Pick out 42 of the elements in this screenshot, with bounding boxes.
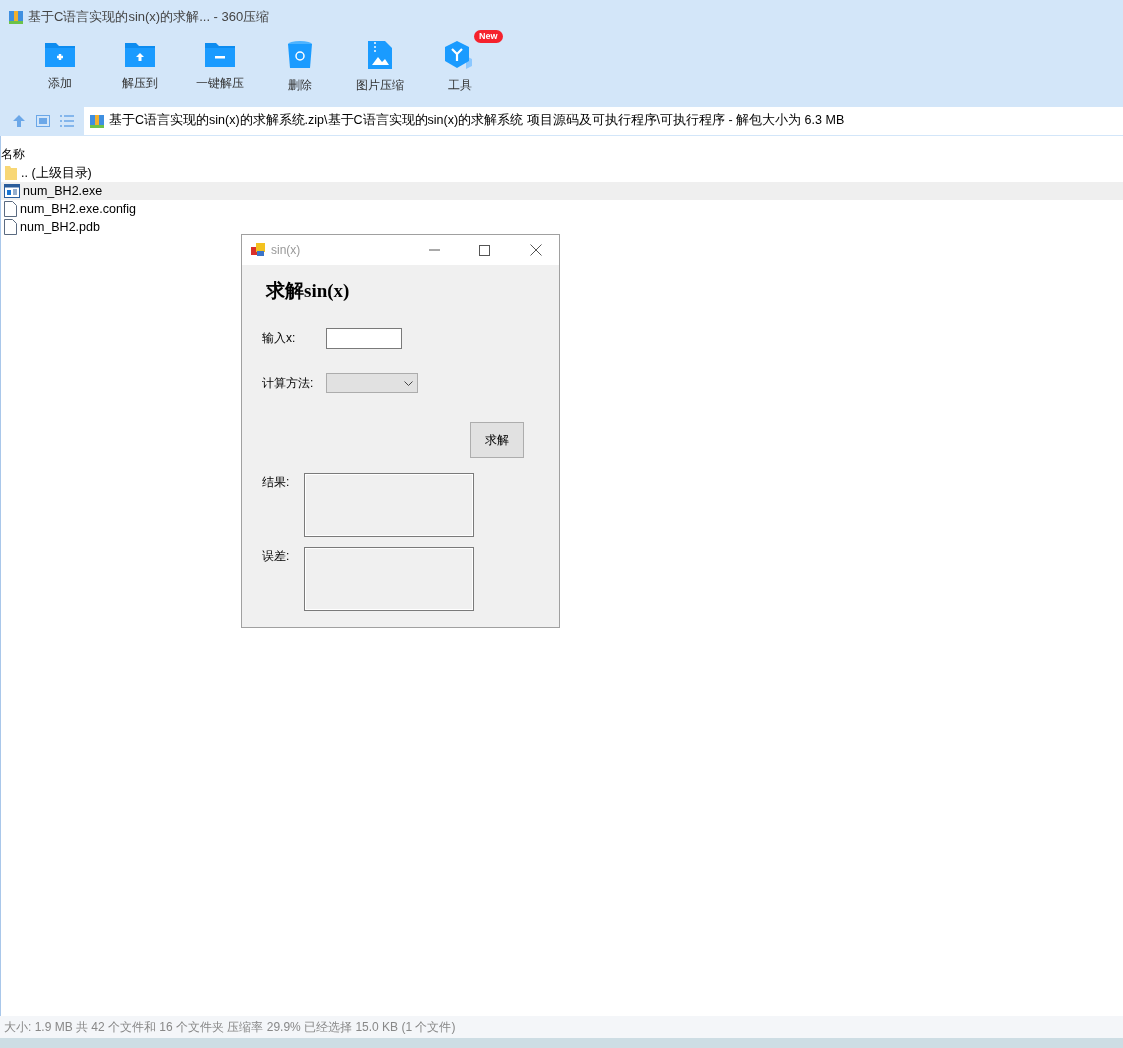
folder-icon <box>44 40 76 68</box>
archive-icon <box>8 9 24 25</box>
file-icon <box>4 219 17 235</box>
field-label: 输入x: <box>262 330 297 347</box>
window-title: 基于C语言实现的sin(x)的求解... - 360压缩 <box>28 8 270 27</box>
folder-icon <box>4 165 18 181</box>
program-icon <box>4 184 20 198</box>
file-icon <box>4 201 17 217</box>
file-name: num_BH2.pdb <box>20 218 100 236</box>
toolbar-button[interactable]: 删除 <box>260 34 340 96</box>
file-row[interactable]: num_BH2.exe <box>1 182 1123 200</box>
folder-icon <box>204 40 236 68</box>
output-box[interactable] <box>304 472 474 537</box>
address-bar[interactable]: 基于C语言实现的sin(x)的求解系统.zip\基于C语言实现的sin(x)的求解系统 项目源码及可执行程序\可执行程序 - 解包大小为 6.3 MB <box>84 106 1123 135</box>
toolbar-button[interactable]: 一键解压 <box>180 34 260 96</box>
archive-icon <box>89 112 105 129</box>
image-file-icon <box>367 40 393 70</box>
maximize-icon[interactable] <box>479 244 490 256</box>
input-field[interactable] <box>326 327 402 349</box>
close-icon[interactable] <box>530 244 542 256</box>
new-badge: New <box>474 30 503 43</box>
file-name: .. (上级目录) <box>21 164 92 182</box>
chevron-down-icon <box>404 380 413 386</box>
dialog-title: sin(x) <box>271 242 302 259</box>
dialog-heading: 求解sin(x) <box>264 279 351 303</box>
archive-path: 基于C语言实现的sin(x)的求解系统.zip\基于C语言实现的sin(x)的求解系统 项目源码及可执行程序\可执行程序 - 解包大小为 6.3 MB <box>109 112 845 130</box>
output-label: 误差: <box>262 547 291 565</box>
file-name: num_BH2.exe <box>23 182 103 200</box>
column-header[interactable]: 名称 <box>1 145 25 163</box>
app-icon <box>251 243 265 257</box>
output-box[interactable] <box>304 546 474 611</box>
output-label: 结果: <box>262 473 291 491</box>
file-name: num_BH2.exe.config <box>20 200 137 218</box>
toolbar-button[interactable]: 解压到 <box>100 34 180 96</box>
status-text: 大小: 1.9 MB 共 42 个文件和 16 个文件夹 压缩率 29.9% 已经选择 15.0 KB (1 个文件) <box>4 1019 456 1036</box>
thumbnail-view-icon[interactable] <box>36 114 50 127</box>
toolbar-button[interactable]: 图片压缩 <box>340 34 420 96</box>
toolbar-button[interactable]: 添加 <box>20 34 100 96</box>
folder-icon <box>124 40 156 68</box>
solve-button[interactable]: 求解 <box>470 421 524 458</box>
trash-icon <box>287 40 313 70</box>
field-label: 计算方法: <box>262 375 315 392</box>
